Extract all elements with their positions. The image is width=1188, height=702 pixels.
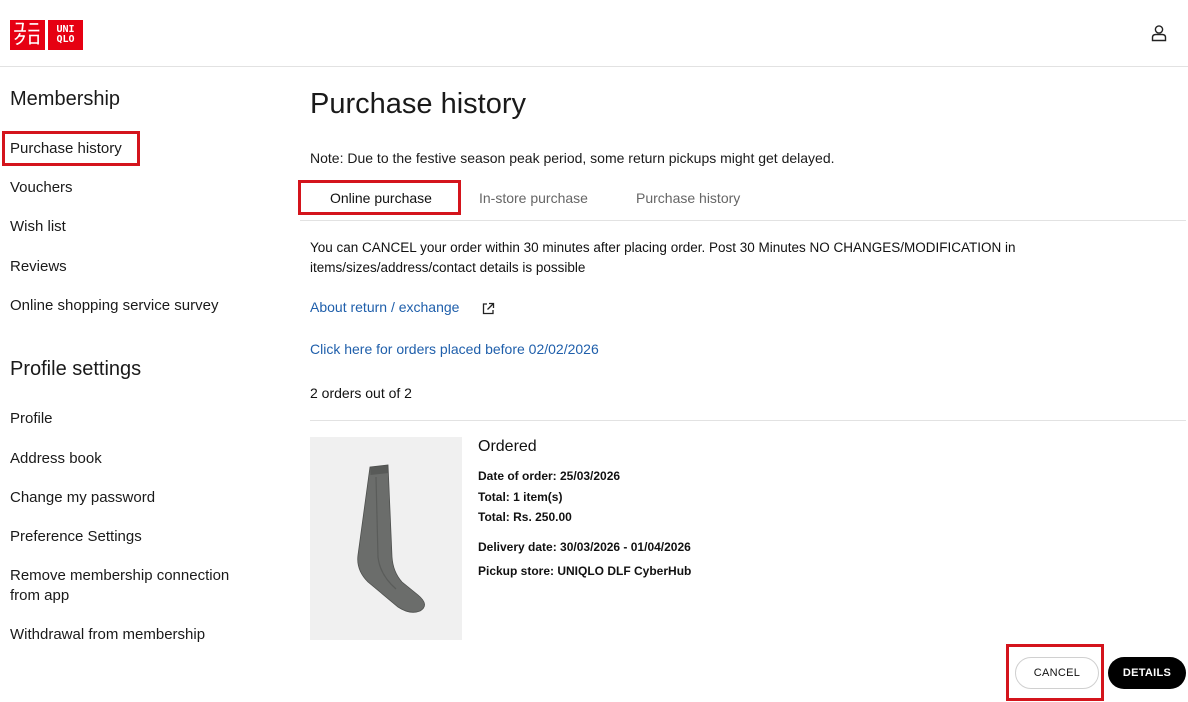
user-icon[interactable] <box>1149 23 1169 43</box>
cancel-button[interactable]: CANCEL <box>1015 657 1099 689</box>
site-header: ユニ クロ UNI QLO <box>0 0 1188 67</box>
tab-purchase-history[interactable]: Purchase history <box>636 190 740 206</box>
orders-count: 2 orders out of 2 <box>310 385 412 401</box>
order-total: Total: Rs. 250.00 <box>478 510 572 524</box>
old-orders-link[interactable]: Click here for orders placed before 02/0… <box>310 341 599 357</box>
sidebar-item-vouchers[interactable]: Vouchers <box>10 179 73 196</box>
order-date: Date of order: 25/03/2026 <box>478 469 621 483</box>
product-image[interactable] <box>310 437 462 640</box>
order-item-count: Total: 1 item(s) <box>478 490 563 504</box>
divider <box>310 420 1186 421</box>
return-exchange-link[interactable]: About return / exchange <box>310 299 459 315</box>
sidebar-item-withdrawal[interactable]: Withdrawal from membership <box>10 626 205 643</box>
external-link-icon[interactable] <box>482 302 495 315</box>
membership-heading: Membership <box>10 88 121 110</box>
sidebar-item-address-book[interactable]: Address book <box>10 450 102 467</box>
logo-latin: UNI QLO <box>48 20 83 50</box>
sidebar-item-wish-list[interactable]: Wish list <box>10 218 66 235</box>
sidebar-item-purchase-history[interactable]: Purchase history <box>10 140 122 157</box>
page-title: Purchase history <box>310 88 526 120</box>
pickup-store: Pickup store: UNIQLO DLF CyberHub <box>478 564 692 578</box>
sidebar-item-survey[interactable]: Online shopping service survey <box>10 297 218 314</box>
delivery-date: Delivery date: 30/03/2026 - 01/04/2026 <box>478 540 691 554</box>
cancel-policy-text: You can CANCEL your order within 30 minu… <box>310 240 1016 275</box>
order-status: Ordered <box>478 438 537 455</box>
sidebar-item-remove-connection[interactable]: Remove membership connection from app <box>10 566 255 606</box>
tab-in-store-purchase[interactable]: In-store purchase <box>479 190 588 206</box>
festive-note: Note: Due to the festive season peak per… <box>310 150 835 166</box>
profile-settings-heading: Profile settings <box>10 358 142 380</box>
logo-katakana: ユニ クロ <box>10 20 45 50</box>
sidebar-item-reviews[interactable]: Reviews <box>10 258 67 275</box>
sidebar-item-profile[interactable]: Profile <box>10 410 53 427</box>
sidebar-item-change-password[interactable]: Change my password <box>10 489 155 506</box>
details-button[interactable]: DETAILS <box>1108 657 1186 689</box>
sidebar-item-preference-settings[interactable]: Preference Settings <box>10 528 142 545</box>
highlight-box-tab <box>298 180 461 215</box>
uniqlo-logo[interactable]: ユニ クロ UNI QLO <box>10 20 83 50</box>
sock-image <box>357 464 425 613</box>
